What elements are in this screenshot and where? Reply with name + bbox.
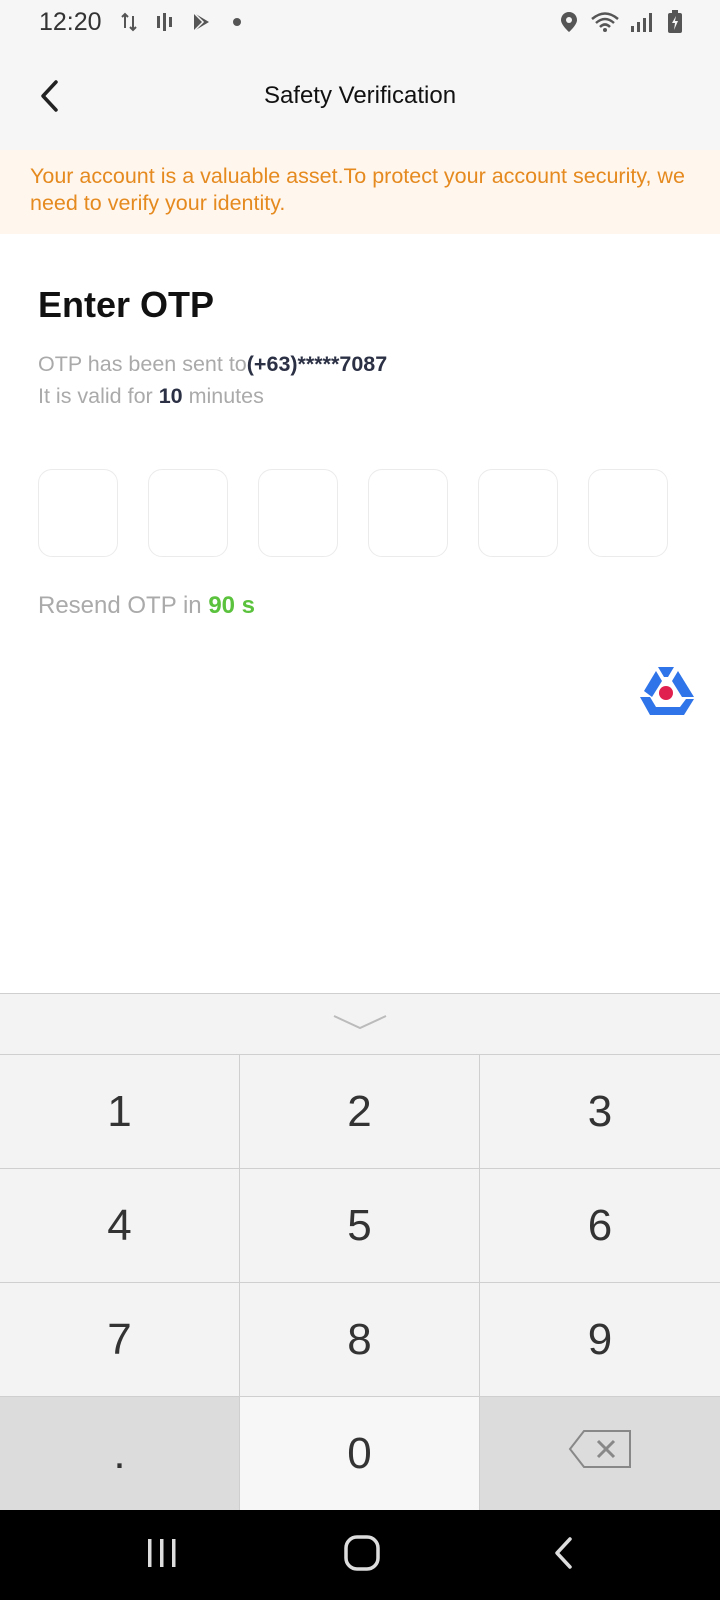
nav-back-button[interactable] (534, 1532, 594, 1578)
dot-icon (226, 10, 248, 34)
numeric-keyboard: 1 2 3 4 5 6 7 8 9 . 0 (0, 993, 720, 1512)
sim-toolkit-icon (154, 10, 176, 34)
status-left-icons (118, 10, 248, 34)
recent-apps-button[interactable] (132, 1532, 192, 1578)
chevron-down-icon (332, 1012, 388, 1037)
otp-digit-box-4[interactable] (368, 469, 448, 557)
home-icon (343, 1534, 381, 1577)
otp-valid-suffix: minutes (182, 384, 264, 408)
status-time: 12:20 (39, 8, 102, 36)
keypad-grid: 1 2 3 4 5 6 7 8 9 . 0 (0, 1054, 720, 1512)
key-3[interactable]: 3 (480, 1055, 720, 1169)
key-4[interactable]: 4 (0, 1169, 240, 1283)
app-logo-icon (634, 667, 698, 723)
otp-phone-number: (+63)*****7087 (246, 352, 388, 376)
otp-valid-minutes: 10 (158, 384, 183, 408)
otp-digit-box-6[interactable] (588, 469, 668, 557)
otp-digit-box-2[interactable] (148, 469, 228, 557)
recent-apps-icon (145, 1537, 179, 1574)
keyboard-collapse-button[interactable] (0, 994, 720, 1054)
otp-valid-line: It is valid for 10 minutes (38, 380, 387, 412)
page-title: Safety Verification (263, 82, 457, 109)
key-6[interactable]: 6 (480, 1169, 720, 1283)
floating-app-logo[interactable] (634, 663, 698, 719)
otp-sent-line: OTP has been sent to(+63)*****7087 (38, 348, 387, 380)
otp-input-group (38, 469, 668, 557)
back-icon (552, 1535, 576, 1576)
otp-valid-prefix: It is valid for (38, 384, 159, 408)
backspace-icon (568, 1429, 632, 1480)
app-header: Safety Verification (0, 46, 720, 150)
otp-info: OTP has been sent to(+63)*****7087 It is… (38, 348, 387, 412)
status-bar: 12:20 (0, 0, 720, 46)
key-decimal[interactable]: . (0, 1397, 240, 1512)
key-9[interactable]: 9 (480, 1283, 720, 1397)
location-icon (558, 10, 580, 34)
otp-digit-box-3[interactable] (258, 469, 338, 557)
system-nav-bar (0, 1510, 720, 1600)
key-1[interactable]: 1 (0, 1055, 240, 1169)
key-5[interactable]: 5 (240, 1169, 480, 1283)
signal-icon (630, 10, 654, 34)
play-store-icon (190, 10, 212, 34)
home-button[interactable] (332, 1532, 392, 1578)
battery-charging-icon (664, 10, 686, 34)
resend-otp-countdown: Resend OTP in 90 s (38, 592, 255, 620)
otp-digit-box-1[interactable] (38, 469, 118, 557)
wifi-icon (590, 10, 620, 34)
otp-digit-box-5[interactable] (478, 469, 558, 557)
key-2[interactable]: 2 (240, 1055, 480, 1169)
notice-banner: Your account is a valuable asset.To prot… (0, 150, 720, 234)
resend-timer: 90 s (208, 592, 256, 619)
key-backspace[interactable] (480, 1397, 720, 1512)
key-8[interactable]: 8 (240, 1283, 480, 1397)
resend-prefix: Resend OTP in (38, 592, 209, 619)
key-0[interactable]: 0 (240, 1397, 480, 1512)
data-transfer-icon (118, 10, 140, 34)
otp-sent-prefix: OTP has been sent to (38, 352, 247, 376)
key-7[interactable]: 7 (0, 1283, 240, 1397)
status-right-icons (558, 10, 686, 34)
otp-heading: Enter OTP (38, 284, 215, 325)
